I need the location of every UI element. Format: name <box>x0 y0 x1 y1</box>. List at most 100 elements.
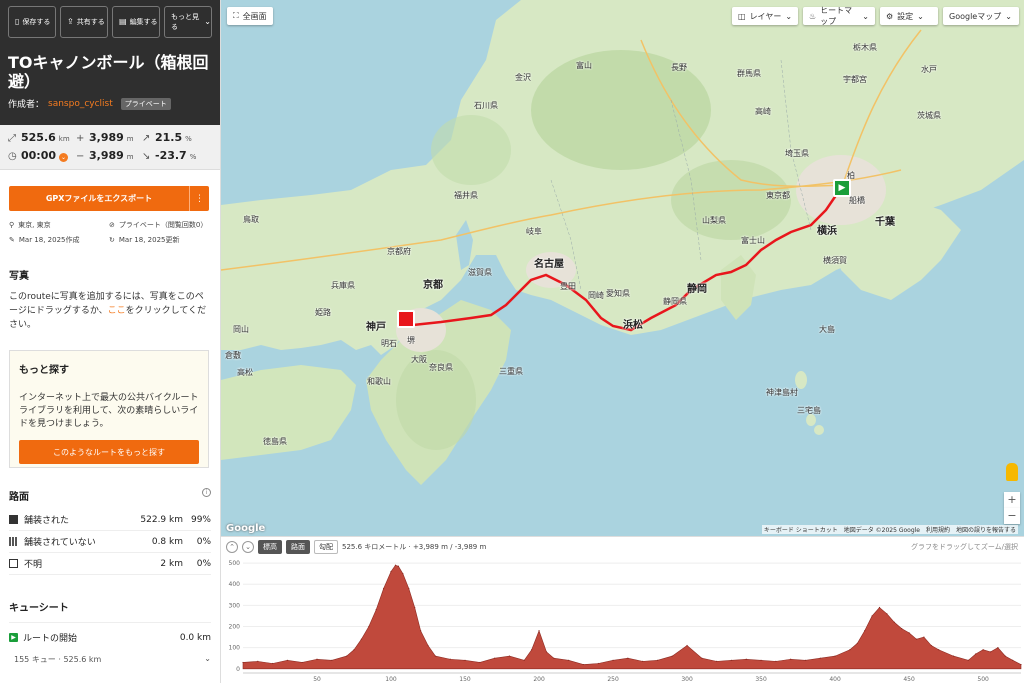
x-tick-label: 450 <box>903 676 915 683</box>
chevron-down-icon: ⌄ <box>917 11 924 21</box>
share-icon: ⇪ <box>67 17 74 26</box>
place-label: 富士山 <box>741 236 765 245</box>
place-label: 京都府 <box>387 247 411 256</box>
zoom-in-button[interactable]: + <box>1004 492 1020 508</box>
x-tick-label: 400 <box>829 676 841 683</box>
save-button[interactable]: ▯ 保存する <box>8 6 56 38</box>
unpaved-swatch-icon <box>9 537 18 546</box>
pencil-icon: ✎ <box>9 236 15 244</box>
x-tick-label: 250 <box>607 676 619 683</box>
elevation-point <box>856 642 858 645</box>
place-label: 滋賀県 <box>468 268 492 277</box>
place-label: 鳥取 <box>243 215 259 224</box>
elevation-point <box>331 659 333 661</box>
route-stats: ⤢ 525.6 km +3,989 m ↗ 21.5% ◷ 00:00 ⌄ −3,989 m … <box>0 125 220 170</box>
meta-visibility: ⊘ プライベート（閲覧回数0） <box>109 221 208 229</box>
info-icon[interactable]: i <box>202 488 211 497</box>
elevation-point <box>257 660 259 662</box>
photos-upload-link[interactable]: ここ <box>108 306 126 316</box>
sidebar: ▯ 保存する ⇪ 共有する ▤ 編集する もっと見る ⌄ TOキャノンボール（箱根回避）… <box>0 0 221 683</box>
edit-button[interactable]: ▤ 編集する <box>112 6 160 38</box>
more-button[interactable]: もっと見る ⌄ <box>164 6 212 38</box>
elevation-point <box>434 655 437 657</box>
elevation-point <box>656 659 659 661</box>
x-tick-label: 200 <box>533 676 545 683</box>
settings-button[interactable]: ⚙ 設定 ⌄ <box>880 7 938 25</box>
map-view[interactable]: ▶ 名古屋 京都 神戸 横浜 浜松 静岡 千葉 岐阜 長野 金沢 富山 高崎 宇都宮 水戸 鳥取 岡山 姫路 和歌… <box>221 0 1024 536</box>
y-tick-label: 400 <box>229 581 241 588</box>
place-label: 愛知県 <box>606 289 630 298</box>
google-logo: Google <box>226 523 266 534</box>
elevation-point <box>1004 655 1006 657</box>
export-gpx-button[interactable]: GPXファイルをエクスポート <box>9 186 189 211</box>
street-view-pegman-icon[interactable] <box>1006 463 1018 481</box>
chip-surface[interactable]: 路面 <box>286 540 310 554</box>
y-tick-label: 0 <box>236 666 240 673</box>
map-type-select[interactable]: Googleマップ ⌄ <box>943 7 1019 25</box>
meta-updated: ↻ Mar 18, 2025更新 <box>109 236 180 244</box>
elevation-point <box>390 570 392 573</box>
chip-elevation[interactable]: 標高 <box>258 540 282 554</box>
meta-created: ✎ Mar 18, 2025作成 <box>9 236 80 244</box>
cue-summary[interactable]: 155 キュー · 525.6 km ⌄ <box>14 654 211 665</box>
place-label: 横須賀 <box>823 256 847 265</box>
elevation-point <box>642 660 644 662</box>
elevation-point <box>1012 659 1014 661</box>
share-button[interactable]: ⇪ 共有する <box>60 6 108 38</box>
zoom-out-button[interactable]: − <box>1004 508 1020 524</box>
export-more-button[interactable]: ⋮ <box>189 186 209 211</box>
elevation-point <box>775 660 777 662</box>
play-icon: ▶ <box>9 633 18 642</box>
cue-start-row[interactable]: ▶ ルートの開始 0.0 km <box>9 631 211 644</box>
unknown-swatch-icon <box>9 559 18 568</box>
elevation-point <box>479 661 481 664</box>
layers-button[interactable]: ◫ レイヤー ⌄ <box>732 7 798 25</box>
elevation-point <box>582 663 585 666</box>
collapse-up-icon[interactable]: ⌃ <box>226 541 238 553</box>
x-tick-label: 350 <box>755 676 767 683</box>
elevation-point <box>353 649 355 651</box>
distance-icon: ⤢ <box>8 133 16 144</box>
arrow-up-right-icon: ↗ <box>142 133 151 144</box>
chevron-down-icon: ⌄ <box>204 654 211 663</box>
route-end-marker[interactable] <box>397 310 415 328</box>
elevation-header: ⌃ ⌄ 標高 路面 勾配 525.6 キロメートル · +3,989 m / -… <box>221 537 1024 557</box>
refresh-icon: ↻ <box>109 236 115 244</box>
elevation-point <box>612 659 614 661</box>
elevation-point <box>923 636 925 638</box>
elevation-point <box>701 657 703 659</box>
cue-sheet-section: キューシート ▶ ルートの開始 0.0 km 155 キュー · 525.6 km ⌄ <box>0 599 220 665</box>
place-label: 姫路 <box>315 308 331 317</box>
fullscreen-button[interactable]: ⛶ 全画面 <box>227 7 273 25</box>
chip-grade[interactable]: 勾配 <box>314 540 338 554</box>
elevation-point <box>316 658 318 660</box>
chevron-down-icon: ⌄ <box>1005 11 1012 21</box>
x-tick-label: 100 <box>385 676 397 683</box>
elevation-point <box>975 653 977 655</box>
find-more-routes-button[interactable]: このようなルートをもっと探す <box>19 440 199 464</box>
elevation-point <box>967 659 969 661</box>
surface-section: 路面 i 舗装された 522.9 km 99% 舗装されていない 0.8 km 0% 不明… <box>0 488 220 575</box>
creator-link[interactable]: sanspo_cyclist <box>48 99 113 109</box>
location-pin-icon: ⚲ <box>9 221 15 229</box>
elevation-point <box>849 649 851 651</box>
map-footer[interactable]: キーボード ショートカット 地図データ ©2025 Google 利用規約 地図… <box>761 525 1018 534</box>
cue-heading: キューシート <box>9 603 69 614</box>
heatmap-button[interactable]: ♨ ヒートマップ ⌄ <box>803 6 875 26</box>
elevation-area <box>242 564 1022 670</box>
elevation-point <box>886 613 888 615</box>
expand-down-icon[interactable]: ⌄ <box>242 541 254 553</box>
elevation-point <box>982 649 984 651</box>
elevation-point <box>414 606 416 609</box>
place-label: 岡山 <box>233 325 249 334</box>
place-label: 福井県 <box>454 191 478 200</box>
place-label: 岐阜 <box>526 227 542 236</box>
place-label: 横浜 <box>817 226 837 237</box>
time-dropdown-icon[interactable]: ⌄ <box>59 153 69 162</box>
elevation-chart[interactable]: 500 400 300 200 100 0 50 100 150 200 250 300 350 400 4… <box>221 557 1024 683</box>
elevation-point <box>360 638 363 640</box>
chevron-down-icon: ⌄ <box>785 11 793 21</box>
place-label: 三宅島 <box>797 406 821 415</box>
edit-icon: ▤ <box>119 17 127 26</box>
chevron-down-icon: ⌄ <box>204 17 211 26</box>
